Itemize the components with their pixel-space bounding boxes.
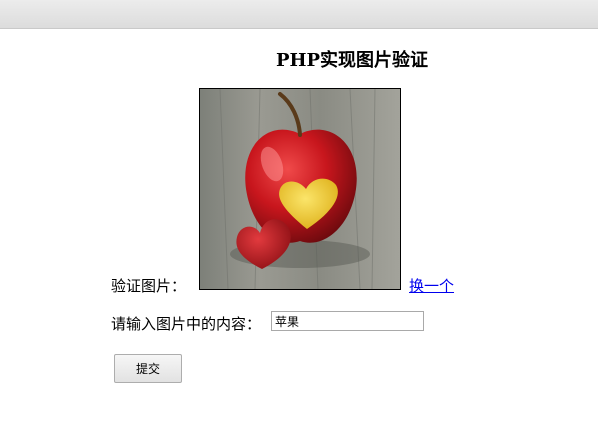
captcha-label: 验证图片： [111, 277, 187, 295]
apple-heart-image [200, 89, 400, 289]
browser-top-bar [0, 0, 598, 29]
answer-input[interactable] [271, 311, 424, 331]
answer-label: 请输入图片中的内容： [111, 315, 262, 333]
page-title: PHP实现图片验证 [275, 50, 429, 71]
captcha-image [199, 88, 401, 290]
refresh-captcha-link[interactable]: 换一个 [409, 275, 454, 296]
submit-button[interactable]: 提交 [114, 354, 182, 383]
